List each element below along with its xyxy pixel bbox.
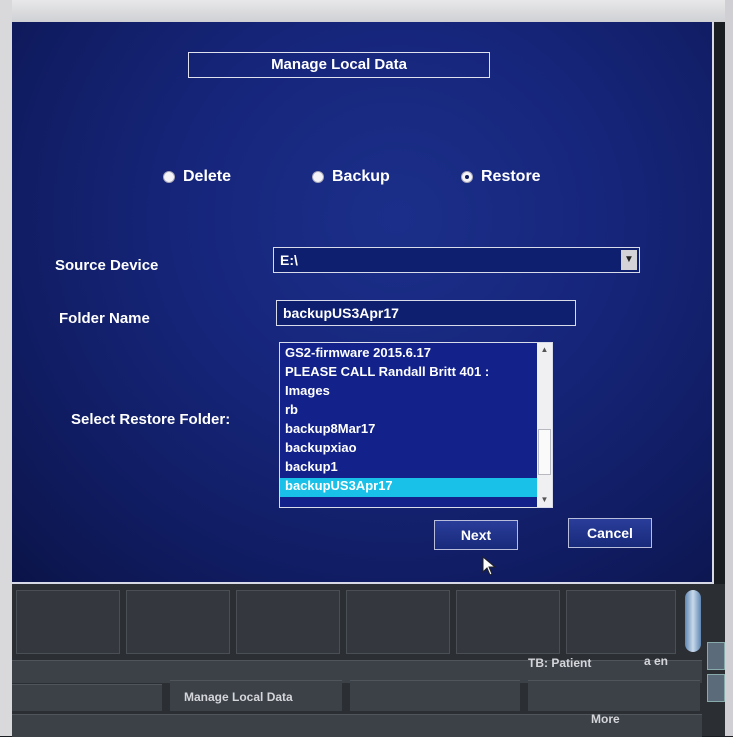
monitor-bezel-right [725, 0, 733, 736]
monitor-bezel-left [0, 0, 12, 736]
source-device-select[interactable]: E:\ ▼ [273, 247, 640, 273]
list-item[interactable]: PLEASE CALL Randall Britt 401 : [280, 364, 538, 383]
chevron-down-icon[interactable]: ▼ [621, 250, 637, 270]
list-item[interactable]: rb [280, 402, 538, 421]
folder-name-label: Folder Name [59, 310, 150, 327]
bottom-control-panel: TB: Patient a en Manage Local Data More [12, 584, 725, 737]
scroll-up-icon[interactable]: ▲ [537, 343, 552, 357]
next-button[interactable]: Next [434, 520, 518, 550]
dialog-title: Manage Local Data [188, 52, 490, 78]
list-item[interactable]: Images [280, 383, 538, 402]
monitor-bezel-top [0, 0, 733, 22]
trackball-scroll-icon[interactable] [685, 590, 701, 652]
source-device-label: Source Device [55, 257, 159, 274]
scroll-thumb[interactable] [538, 429, 551, 475]
list-item[interactable]: backupxiao [280, 440, 538, 459]
select-restore-folder-label: Select Restore Folder: [71, 411, 231, 428]
side-button[interactable] [707, 674, 725, 702]
manage-local-data-dialog: Manage Local Data Delete Backup Restore … [12, 22, 714, 584]
radio-restore[interactable]: Restore [462, 168, 541, 186]
soft-key[interactable] [528, 680, 700, 711]
panel-key[interactable] [16, 590, 120, 654]
tb-patient-label: TB: Patient [528, 656, 592, 670]
manage-local-data-label: Manage Local Data [184, 690, 293, 704]
radio-delete-dot [164, 172, 174, 182]
list-scrollbar[interactable]: ▲ ▼ [537, 343, 552, 507]
radio-restore-dot [462, 172, 472, 182]
list-item-selected[interactable]: backupUS3Apr17 [280, 478, 538, 497]
panel-key[interactable] [566, 590, 676, 654]
tb-extra-label: a en [644, 654, 669, 668]
radio-restore-label: Restore [481, 168, 541, 185]
cancel-button[interactable]: Cancel [568, 518, 652, 548]
soft-key[interactable] [350, 680, 520, 711]
side-button[interactable] [707, 642, 725, 670]
scroll-down-icon[interactable]: ▼ [537, 493, 552, 507]
panel-key[interactable] [236, 590, 340, 654]
soft-key[interactable] [12, 684, 162, 711]
mouse-pointer-icon [482, 556, 497, 576]
source-device-value: E:\ [280, 252, 298, 268]
more-button[interactable]: More [591, 712, 620, 726]
restore-folder-list[interactable]: GS2-firmware 2015.6.17 PLEASE CALL Randa… [279, 342, 553, 508]
list-item[interactable]: GS2-firmware 2015.6.17 [280, 345, 538, 364]
radio-backup-dot [313, 172, 323, 182]
list-item[interactable]: backup1 [280, 459, 538, 478]
radio-delete-label: Delete [183, 168, 232, 185]
radio-delete[interactable]: Delete [164, 168, 231, 186]
radio-backup[interactable]: Backup [313, 168, 390, 186]
panel-key[interactable] [346, 590, 450, 654]
panel-key[interactable] [126, 590, 230, 654]
folder-name-field[interactable]: backupUS3Apr17 [276, 300, 576, 326]
panel-key[interactable] [456, 590, 560, 654]
list-item[interactable]: backup8Mar17 [280, 421, 538, 440]
radio-backup-label: Backup [332, 168, 390, 185]
